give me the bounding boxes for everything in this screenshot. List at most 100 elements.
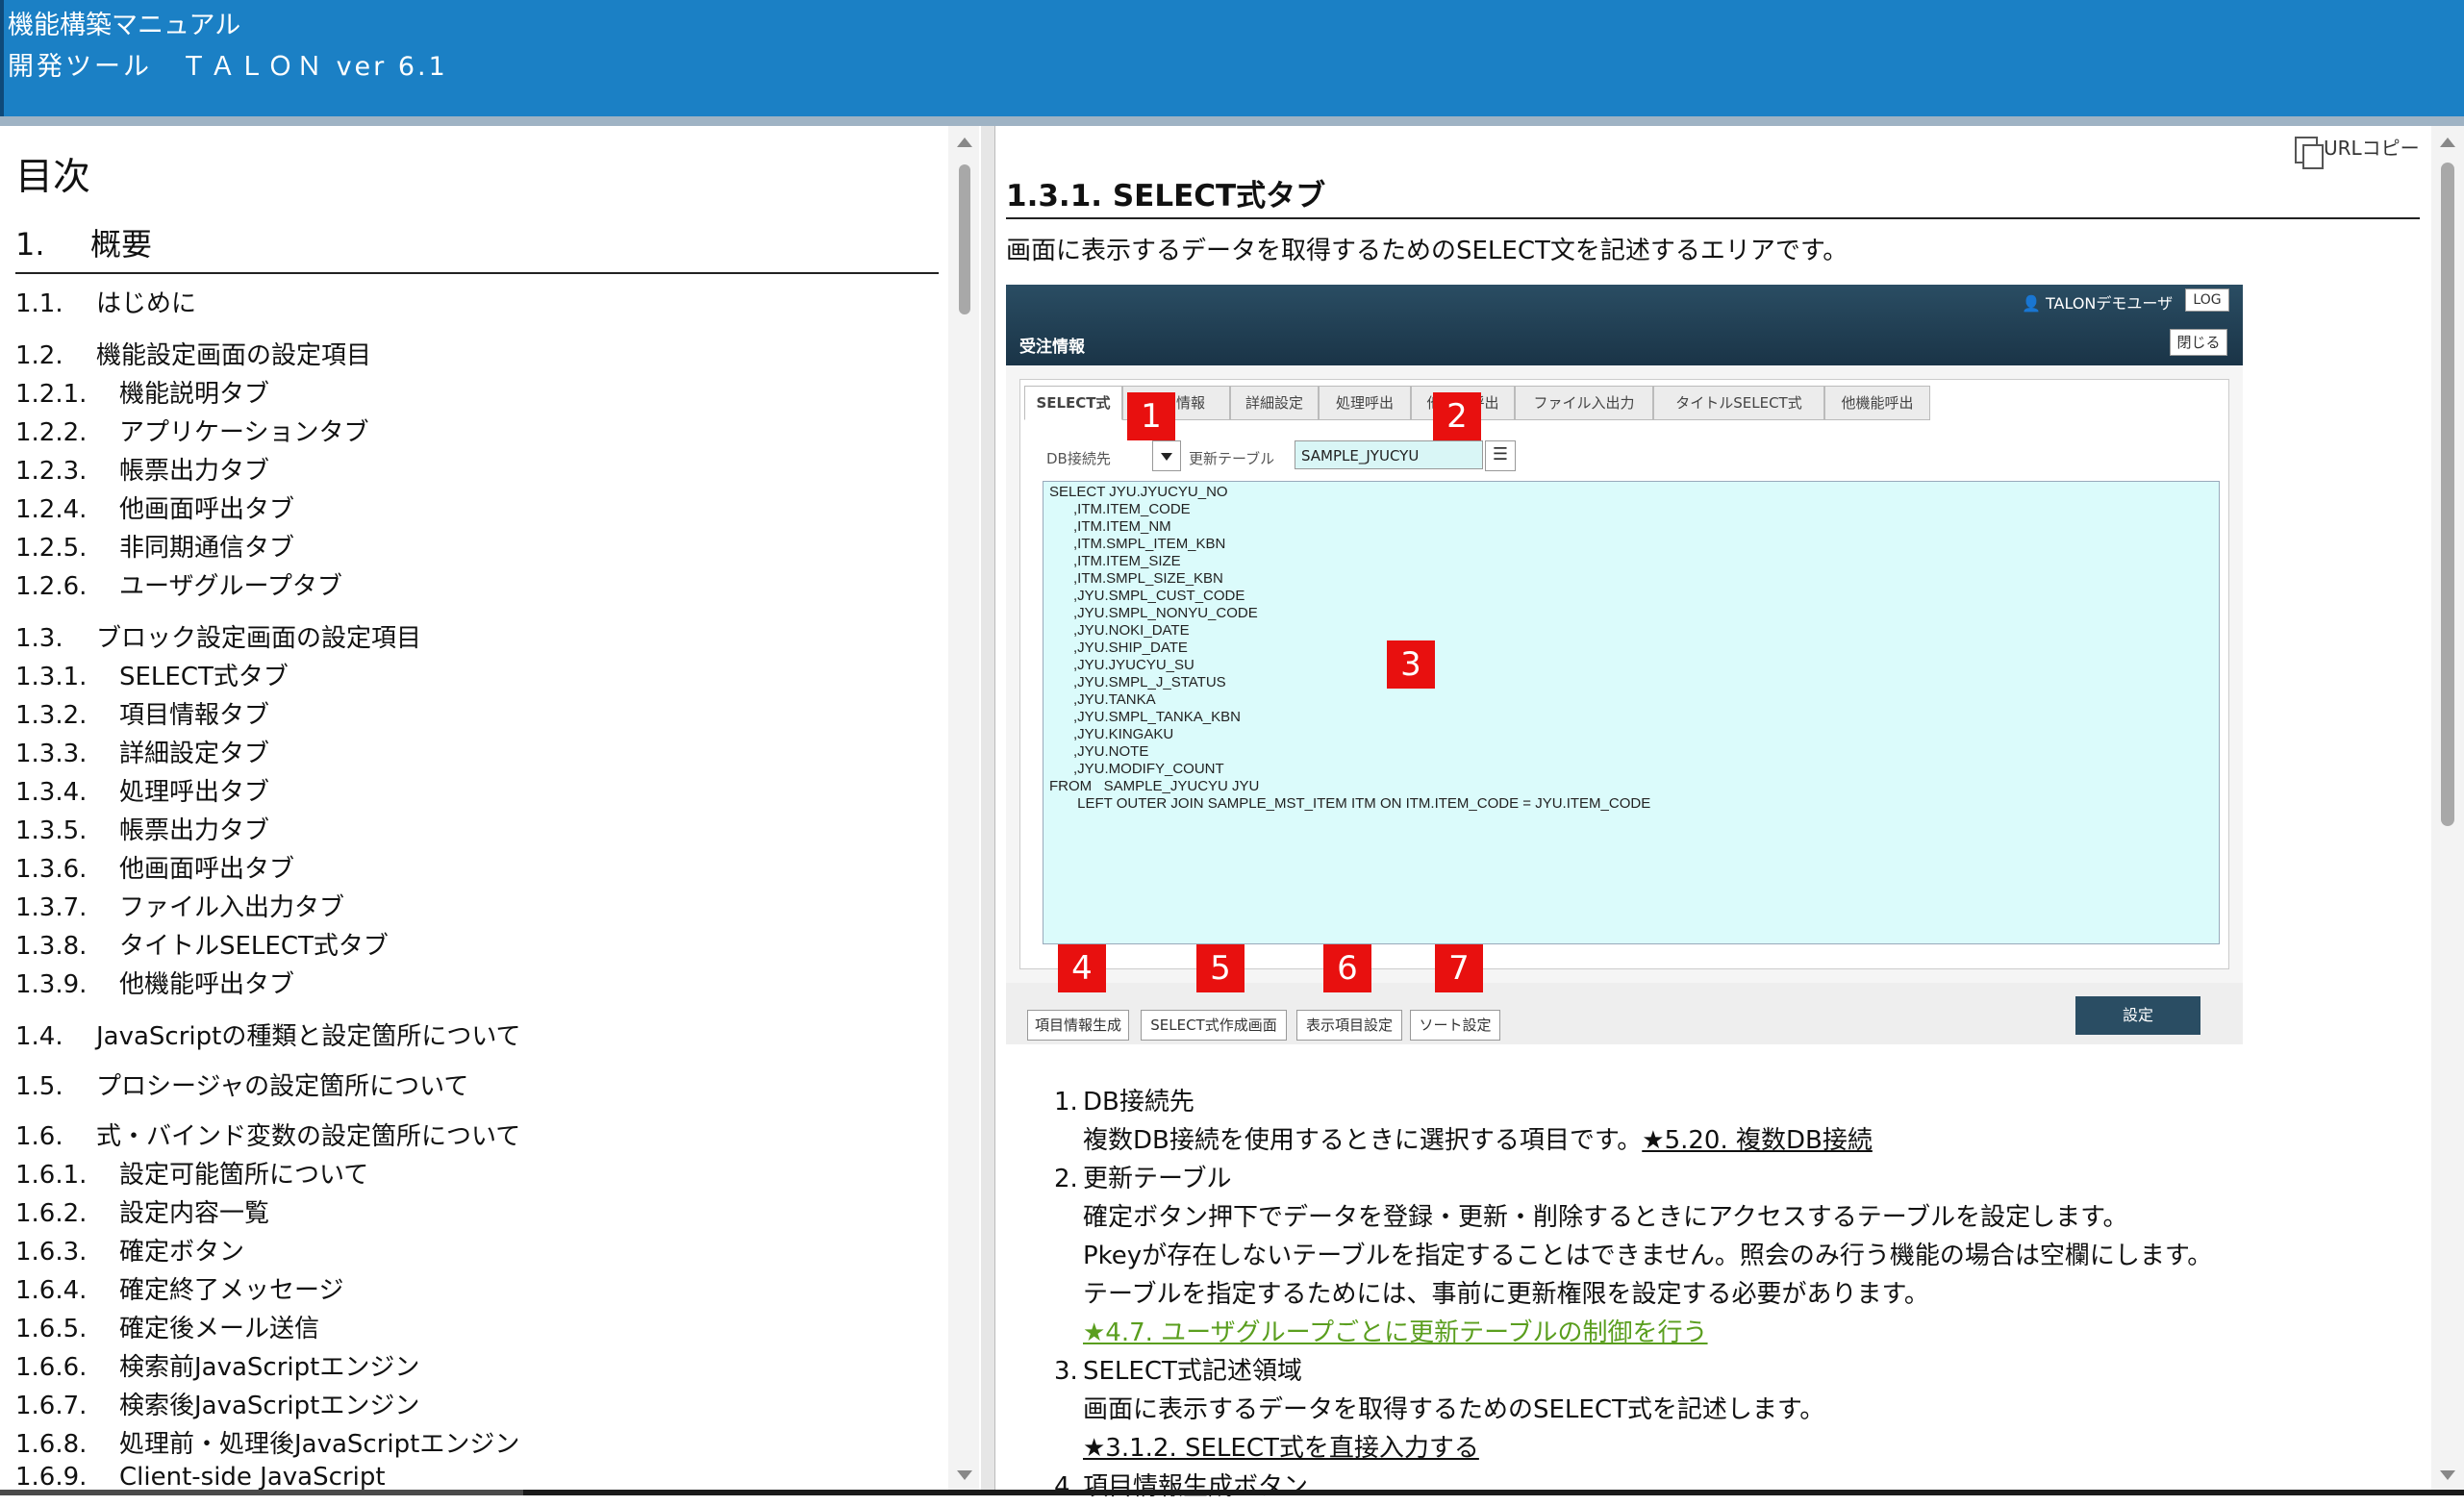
- toc-item-1-2-4[interactable]: 1.2.4. 他画面呼出タブ: [15, 489, 294, 525]
- callout-marker-1: 1: [1127, 392, 1175, 440]
- list-item-text: 確定ボタン押下でデータを登録・更新・削除するときにアクセスするテーブルを設定しま…: [1083, 1203, 2128, 1232]
- toc-item-1-6-1[interactable]: 1.6.1. 設定可能箇所について: [15, 1155, 368, 1191]
- toc-item-1-2-5[interactable]: 1.2.5. 非同期通信タブ: [15, 528, 294, 564]
- toc-item-1-3-6[interactable]: 1.3.6. 他画面呼出タブ: [15, 849, 294, 885]
- figure-tab-file-io: ファイル入出力: [1515, 386, 1653, 420]
- toc-item-1-2-3[interactable]: 1.2.3. 帳票出力タブ: [15, 451, 269, 487]
- link-usergroup-table-control[interactable]: ★4.7. ユーザグループごとに更新テーブルの制御を行う: [1083, 1318, 1708, 1347]
- toc-item-1-3-2[interactable]: 1.3.2. 項目情報タブ: [15, 695, 269, 731]
- list-item-heading: 更新テーブル: [1083, 1165, 1232, 1193]
- app-header: 機能構築マニュアル 開発ツール ＴＡＬＯＮ ver 6.1: [0, 0, 2464, 116]
- scroll-down-arrow-icon[interactable]: [2440, 1470, 2455, 1480]
- toc-section-heading[interactable]: 1. 概要: [15, 220, 939, 274]
- toc-item-1-3-3[interactable]: 1.3.3. 詳細設定タブ: [15, 734, 269, 769]
- scroll-up-arrow-icon[interactable]: [2440, 138, 2455, 147]
- toc-item-1-6-2[interactable]: 1.6.2. 設定内容一覧: [15, 1193, 269, 1229]
- page-description: 画面に表示するデータを取得するためのSELECT文を記述するエリアです。: [1006, 237, 1848, 265]
- chevron-down-icon: [1161, 453, 1172, 461]
- figure-tab-select: SELECT式: [1024, 386, 1122, 420]
- scroll-down-arrow-icon[interactable]: [957, 1470, 972, 1480]
- user-icon: 👤: [2022, 294, 2041, 313]
- taskbar-strip: [0, 1490, 2464, 1495]
- toc-item-1-3-1[interactable]: 1.3.1. SELECT式タブ: [15, 657, 289, 692]
- figure-table-input: SAMPLE_JYUCYU: [1295, 440, 1483, 469]
- toc-item-1-2[interactable]: 1.2. 機能設定画面の設定項目: [15, 336, 371, 371]
- toc-title: 目次: [15, 156, 91, 199]
- list-item-heading: SELECT式記述領域: [1083, 1357, 1302, 1386]
- figure-app-title: 受注情報: [1019, 338, 1085, 357]
- url-copy-button[interactable]: URLコピー: [2295, 133, 2420, 169]
- url-copy-label: URLコピー: [2324, 137, 2420, 160]
- figure-item-gen-button: 項目情報生成: [1027, 1010, 1129, 1041]
- header-divider: [0, 116, 2464, 126]
- toc-item-1-3-7[interactable]: 1.3.7. ファイル入出力タブ: [15, 888, 344, 923]
- header-subtitle: 開発ツール ＴＡＬＯＮ ver 6.1: [8, 52, 448, 82]
- toc-scroll-thumb[interactable]: [959, 164, 970, 314]
- toc-item-1-3-4[interactable]: 1.3.4. 処理呼出タブ: [15, 772, 269, 808]
- list-item-heading: DB接続先: [1083, 1088, 1194, 1117]
- figure-log-button: LOG: [2185, 289, 2229, 312]
- toc-pane: 目次 1. 概要 1.1. はじめに 1.2. 機能設定画面の設定項目 1.2.1. 機…: [0, 126, 983, 1490]
- list-item: 3. SELECT式記述領域: [1054, 1357, 1302, 1386]
- toc-item-1-6-8[interactable]: 1.6.8. 処理前・処理後JavaScriptエンジン: [15, 1424, 519, 1460]
- callout-marker-4: 4: [1058, 944, 1106, 992]
- figure-button-bar: 項目情報生成 SELECT式作成画面 表示項目設定 ソート設定 設定: [1006, 983, 2243, 1044]
- figure-db-select: [1152, 440, 1181, 471]
- figure-close-button: 閉じる: [2170, 329, 2227, 356]
- figure-select-builder-button: SELECT式作成画面: [1141, 1010, 1287, 1041]
- link-select-direct-input[interactable]: ★3.1.2. SELECT式を直接入力する: [1083, 1434, 1479, 1463]
- content-scroll-thumb[interactable]: [2441, 163, 2454, 826]
- toc-item-1-6-4[interactable]: 1.6.4. 確定終了メッセージ: [15, 1270, 343, 1306]
- callout-marker-5: 5: [1196, 944, 1245, 992]
- list-item: 2. 更新テーブル: [1054, 1165, 1232, 1193]
- list-icon: ☰: [1485, 440, 1516, 471]
- figure-sql-editor: SELECT JYU.JYUCYU_NO ,ITM.ITEM_CODE ,ITM…: [1043, 481, 2220, 944]
- toc-item-1-3-9[interactable]: 1.3.9. 他機能呼出タブ: [15, 965, 294, 1000]
- toc-section-number: 1.: [15, 226, 45, 263]
- copy-icon: [2295, 136, 2324, 169]
- list-item-text: 複数DB接続を使用するときに選択する項目です。: [1083, 1126, 1643, 1155]
- figure-app-header: 受注情報 👤 TALONデモユーザ LOG 閉じる: [1006, 285, 2243, 365]
- toc-item-1-2-1[interactable]: 1.2.1. 機能説明タブ: [15, 374, 269, 410]
- list-item: 4. 項目情報生成ボタン: [1054, 1472, 1309, 1501]
- list-item-heading: 項目情報生成ボタン: [1083, 1472, 1309, 1501]
- toc-item-1-6[interactable]: 1.6. 式・バインド変数の設定箇所について: [15, 1117, 520, 1152]
- toc-item-1-6-6[interactable]: 1.6.6. 検索前JavaScriptエンジン: [15, 1347, 419, 1383]
- pane-splitter[interactable]: [981, 126, 995, 1490]
- figure-display-items-button: 表示項目設定: [1296, 1010, 1402, 1041]
- link-multi-db[interactable]: ★5.20. 複数DB接続: [1642, 1126, 1873, 1155]
- list-item-text: 画面に表示するデータを取得するためのSELECT式を記述します。: [1083, 1395, 1825, 1424]
- content-scrollbar[interactable]: [2431, 126, 2464, 1490]
- list-item: 1. DB接続先: [1054, 1088, 1194, 1117]
- toc-item-1-2-6[interactable]: 1.2.6. ユーザグループタブ: [15, 566, 342, 602]
- callout-marker-3: 3: [1387, 640, 1435, 689]
- figure-table-label: 更新テーブル: [1189, 450, 1275, 467]
- toc-item-1-6-7[interactable]: 1.6.7. 検索後JavaScriptエンジン: [15, 1386, 419, 1421]
- list-item-text: Pkeyが存在しないテーブルを指定することはできません。照会のみ行う機能の場合は…: [1083, 1242, 2213, 1270]
- figure-db-label: DB接続先: [1046, 450, 1111, 467]
- explanation-list: 1. DB接続先 複数DB接続を使用するときに選択する項目です。★5.20. 複数…: [1054, 1083, 2429, 1506]
- toc-item-1-5[interactable]: 1.5. プロシージャの設定箇所について: [15, 1067, 468, 1102]
- screenshot-figure: 受注情報 👤 TALONデモユーザ LOG 閉じる SELECT式 項目情報 詳…: [1006, 285, 2243, 1044]
- toc-item-1-2-2[interactable]: 1.2.2. アプリケーションタブ: [15, 413, 368, 448]
- toc-item-1-1[interactable]: 1.1. はじめに: [15, 284, 196, 319]
- toc-item-1-3[interactable]: 1.3. ブロック設定画面の設定項目: [15, 618, 421, 654]
- scroll-up-arrow-icon[interactable]: [957, 138, 972, 147]
- toc-item-1-3-5[interactable]: 1.3.5. 帳票出力タブ: [15, 811, 269, 846]
- figure-tab-detail: 詳細設定: [1230, 386, 1319, 420]
- figure-tab-title-select: タイトルSELECT式: [1653, 386, 1824, 420]
- toc-item-1-6-9[interactable]: 1.6.9. Client-side JavaScript: [15, 1463, 386, 1490]
- list-item-text: テーブルを指定するためには、事前に更新権限を設定する必要があります。: [1083, 1280, 1929, 1309]
- figure-user-name: 👤 TALONデモユーザ: [2022, 294, 2174, 313]
- toc-item-1-3-8[interactable]: 1.3.8. タイトルSELECT式タブ: [15, 926, 389, 962]
- toc-section-label: 概要: [90, 226, 153, 263]
- title-rule: [1006, 217, 2420, 219]
- toc-item-1-4[interactable]: 1.4. JavaScriptの種類と設定箇所について: [15, 1017, 521, 1052]
- toc-item-1-6-5[interactable]: 1.6.5. 確定後メール送信: [15, 1309, 319, 1344]
- toc-item-1-6-3[interactable]: 1.6.3. 確定ボタン: [15, 1232, 244, 1268]
- figure-sort-button: ソート設定: [1410, 1010, 1500, 1041]
- figure-tab-other-function: 他機能呼出: [1824, 386, 1930, 420]
- toc-scrollbar[interactable]: [948, 126, 979, 1490]
- page-title: 1.3.1. SELECT式タブ: [1006, 179, 1326, 213]
- figure-set-button: 設定: [2075, 996, 2200, 1035]
